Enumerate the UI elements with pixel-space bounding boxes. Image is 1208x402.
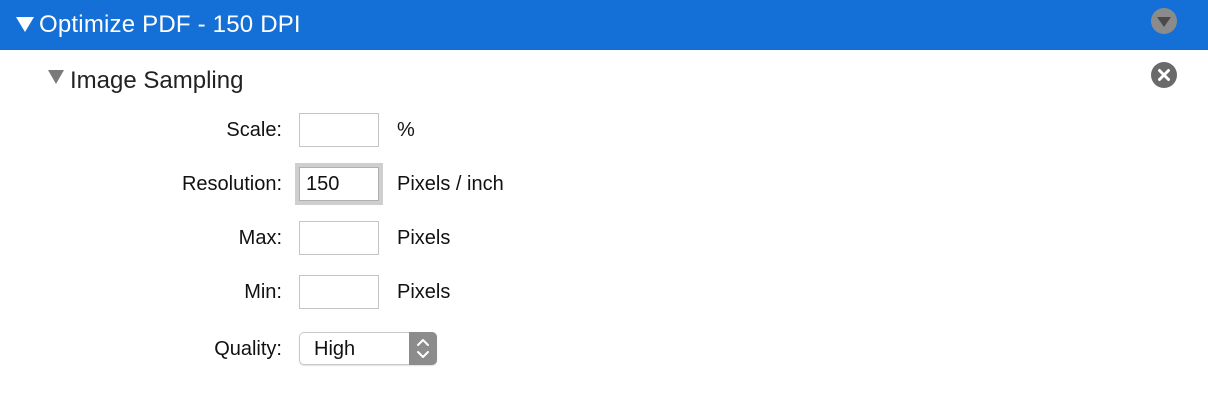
scale-input[interactable] [299, 113, 379, 147]
max-unit: Pixels [397, 227, 451, 249]
scale-label: Scale: [226, 119, 282, 141]
resolution-label: Resolution: [181, 173, 282, 195]
resolution-input[interactable] [299, 167, 379, 201]
disclosure-triangle-icon[interactable] [16, 17, 34, 32]
max-label: Max: [238, 227, 282, 249]
resolution-unit: Pixels / inch [397, 173, 504, 195]
filter-header-bar[interactable]: Optimize PDF - 150 DPI [0, 0, 1208, 50]
optimize-pdf-panel: Optimize PDF - 150 DPI Image Sampling Sc… [0, 0, 1208, 402]
menu-down-icon[interactable] [1151, 8, 1177, 34]
section-title: Image Sampling [70, 67, 244, 94]
quality-label: Quality: [214, 338, 282, 360]
min-label: Min: [244, 281, 282, 303]
quality-select[interactable]: High [299, 332, 437, 365]
min-input[interactable] [299, 275, 379, 309]
scale-unit: % [397, 119, 415, 141]
up-down-chevron-icon[interactable] [409, 332, 437, 365]
quality-selected-value: High [314, 338, 356, 360]
section-disclosure-triangle-icon[interactable] [48, 70, 64, 84]
min-unit: Pixels [397, 281, 451, 303]
filter-title: Optimize PDF - 150 DPI [39, 11, 301, 38]
remove-section-icon[interactable] [1151, 62, 1177, 88]
max-input[interactable] [299, 221, 379, 255]
